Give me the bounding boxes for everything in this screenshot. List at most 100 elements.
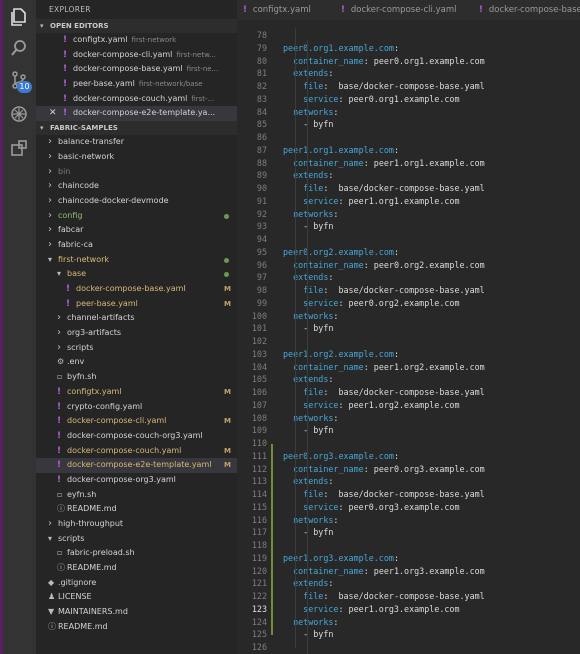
close-icon[interactable]: ✕ [49, 106, 57, 121]
open-editors-header[interactable]: ▾ OPEN EDITORS [36, 19, 237, 33]
code-line[interactable]: service: peer1.org3.example.com [283, 603, 580, 616]
code-line[interactable] [283, 539, 580, 552]
code-line[interactable] [283, 29, 580, 42]
code-line[interactable]: file: base/docker-compose-base.yaml [283, 80, 580, 93]
tree-item[interactable]: ! docker-compose-org3.yaml [36, 473, 237, 488]
code-line[interactable]: extends: [283, 271, 580, 284]
code-line[interactable]: networks: [283, 616, 580, 629]
code-line[interactable]: file: base/docker-compose-base.yaml [283, 284, 580, 297]
code-line[interactable]: container_name: peer0.org2.example.com [283, 259, 580, 272]
open-editor-item[interactable]: ! docker-compose-base.yaml first-ne... [36, 62, 237, 77]
tree-item[interactable]: ▫ fabric-preload.sh [36, 546, 237, 561]
tree-item[interactable]: ! docker-compose-cli.yaml M [36, 414, 237, 429]
open-editor-item[interactable]: ✕! docker-compose-e2e-template.ya... [36, 106, 237, 122]
code-line[interactable]: service: peer0.org2.example.com [283, 297, 580, 310]
code-line[interactable]: container_name: peer0.org1.example.com [283, 55, 580, 68]
tree-item[interactable]: › scripts [36, 341, 237, 356]
code-line[interactable]: service: peer0.org3.example.com [283, 501, 580, 514]
code-line[interactable]: networks: [283, 514, 580, 527]
code-line[interactable]: - byfn [283, 424, 580, 437]
code-line[interactable]: extends: [283, 577, 580, 590]
tree-item[interactable]: › org3-artifacts [36, 326, 237, 341]
code-line[interactable]: - byfn [283, 322, 580, 335]
code-line[interactable]: peer0.org2.example.com: [283, 246, 580, 259]
code-line[interactable]: container_name: peer1.org2.example.com [283, 361, 580, 374]
code-line[interactable]: file: base/docker-compose-base.yaml [283, 386, 580, 399]
code-line[interactable]: peer1.org1.example.com: [283, 144, 580, 157]
code-line[interactable]: peer1.org3.example.com: [283, 552, 580, 565]
code-line[interactable]: container_name: peer0.org3.example.com [283, 463, 580, 476]
tree-item[interactable]: › chaincode [36, 179, 237, 194]
project-header[interactable]: ▾ FABRIC-SAMPLES [36, 121, 237, 136]
code-line[interactable]: networks: [283, 106, 580, 119]
code-line[interactable]: peer0.org1.example.com: [283, 42, 580, 55]
code-line[interactable]: peer0.org3.example.com: [283, 450, 580, 463]
tree-item[interactable]: ! configtx.yaml M [36, 385, 237, 400]
search-icon[interactable] [8, 37, 30, 59]
code-line[interactable]: - byfn [283, 628, 580, 641]
extensions-icon[interactable] [8, 137, 30, 159]
code-line[interactable] [283, 233, 580, 246]
open-editor-item[interactable]: ! configtx.yaml first-network [36, 33, 237, 48]
tree-item[interactable]: › balance-transfer [36, 135, 237, 150]
tree-item[interactable]: › bin [36, 165, 237, 180]
tree-item[interactable]: › fabric-ca [36, 238, 237, 253]
code-line[interactable]: extends: [283, 67, 580, 80]
code-line[interactable]: file: base/docker-compose-base.yaml [283, 488, 580, 501]
tab-configtx[interactable]: ! configtx.yaml [243, 0, 311, 20]
code-line[interactable] [283, 437, 580, 450]
tree-item[interactable]: ⓘ README.md [36, 561, 237, 576]
tree-item[interactable]: ! docker-compose-base.yaml M [36, 282, 237, 297]
code-line[interactable]: container_name: peer1.org1.example.com [283, 157, 580, 170]
open-editor-item[interactable]: ! docker-compose-couch.yaml first-... [36, 92, 237, 107]
tree-item[interactable]: ▫ eyfn.sh [36, 488, 237, 503]
code-line[interactable]: file: base/docker-compose-base.yaml [283, 590, 580, 603]
code-line[interactable]: extends: [283, 373, 580, 386]
tree-item[interactable]: ▼ MAINTAINERS.md [36, 605, 237, 620]
tree-item[interactable]: › high-throughput [36, 517, 237, 532]
tab-docker-compose-base[interactable]: ! docker-compose-base.y [479, 0, 580, 20]
code-line[interactable]: networks: [283, 310, 580, 323]
tree-item[interactable]: › chaincode-docker-devmode [36, 194, 237, 209]
open-editor-item[interactable]: ! docker-compose-cli.yaml first-netw... [36, 48, 237, 63]
code-line[interactable]: peer1.org2.example.com: [283, 348, 580, 361]
code-line[interactable]: service: peer1.org2.example.com [283, 399, 580, 412]
tree-item[interactable]: ! docker-compose-couch.yaml M [36, 444, 237, 459]
tree-item[interactable]: ! docker-compose-e2e-template.yaml M [36, 458, 237, 473]
tree-item[interactable]: ⓘ README.md [36, 502, 237, 517]
open-editor-item[interactable]: ! peer-base.yaml first-network/base [36, 77, 237, 92]
tree-item[interactable]: › channel-artifacts [36, 311, 237, 326]
tree-item[interactable]: ⚙ .env [36, 355, 237, 370]
code-line[interactable]: extends: [283, 475, 580, 488]
code-line[interactable] [283, 131, 580, 144]
tree-item[interactable]: ⓘ README.md [36, 620, 237, 635]
tree-item[interactable]: ▾ base [36, 267, 237, 282]
tab-docker-compose-cli[interactable]: ! docker-compose-cli.yaml [341, 0, 456, 20]
tree-item[interactable]: ▾ scripts [36, 532, 237, 547]
code-line[interactable]: container_name: peer1.org3.example.com [283, 565, 580, 578]
tree-item[interactable]: ! peer-base.yaml M [36, 297, 237, 312]
tree-item[interactable]: › basic-network [36, 150, 237, 165]
code-line[interactable]: service: peer1.org1.example.com [283, 195, 580, 208]
debug-icon[interactable] [8, 103, 30, 125]
code-editor[interactable]: 78 79 80 81 82 83 84 85 86 87 88 89 90 91 92 93 94 95 96 97… [237, 20, 580, 654]
code-area[interactable]: peer0.org1.example.com: container_name: … [283, 29, 580, 654]
code-line[interactable] [283, 641, 580, 654]
code-line[interactable]: networks: [283, 412, 580, 425]
tree-item[interactable]: ! docker-compose-couch-org3.yaml [36, 429, 237, 444]
code-line[interactable]: - byfn [283, 118, 580, 131]
code-line[interactable] [283, 335, 580, 348]
code-line[interactable]: service: peer0.org1.example.com [283, 93, 580, 106]
code-line[interactable]: file: base/docker-compose-base.yaml [283, 182, 580, 195]
tree-item[interactable]: › config [36, 209, 237, 224]
tree-item[interactable]: ! crypto-config.yaml [36, 400, 237, 415]
code-line[interactable]: - byfn [283, 526, 580, 539]
files-icon[interactable] [8, 6, 30, 28]
tree-item[interactable]: ♟ LICENSE [36, 590, 237, 605]
code-line[interactable]: extends: [283, 169, 580, 182]
tree-item[interactable]: ▫ byfn.sh [36, 370, 237, 385]
tree-item[interactable]: ◆ .gitignore [36, 576, 237, 591]
code-line[interactable]: - byfn [283, 220, 580, 233]
tree-item[interactable]: ▾ first-network [36, 253, 237, 268]
tree-item[interactable]: › fabcar [36, 223, 237, 238]
